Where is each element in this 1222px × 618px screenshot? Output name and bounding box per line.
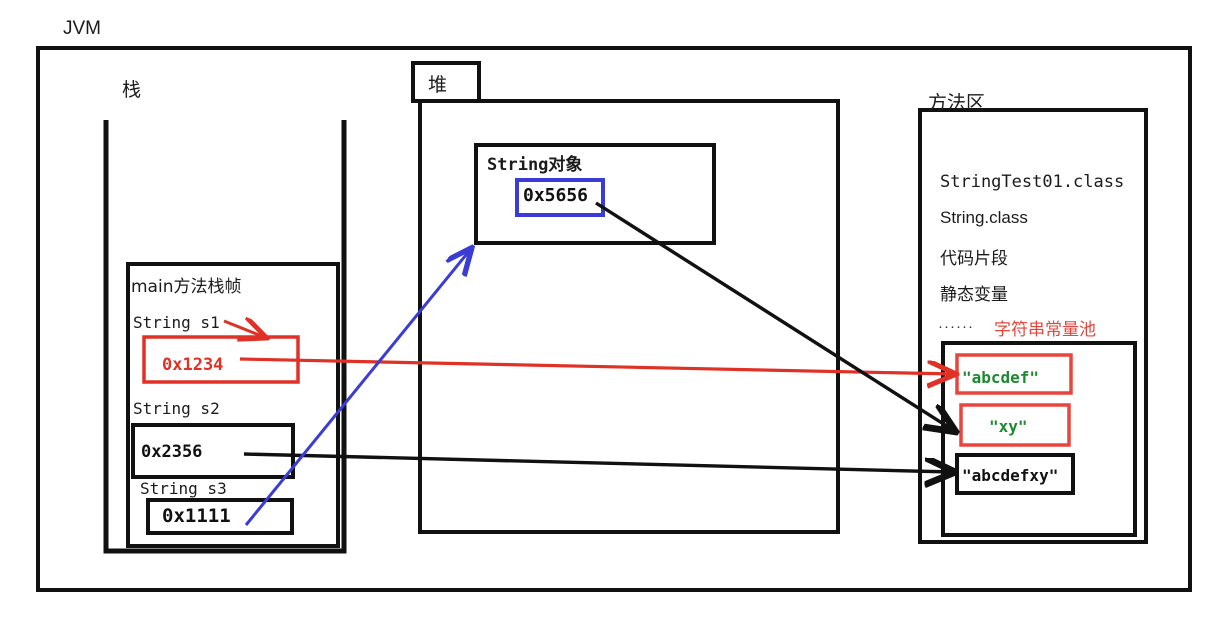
string-object-title: String对象: [487, 155, 583, 175]
method-area-entry-2: 代码片段: [940, 249, 1008, 269]
stack-region-label: 栈: [122, 79, 142, 101]
method-area-entry-3: 静态变量: [940, 285, 1008, 305]
arrow-s2-to-abcdefxy: [243, 452, 952, 472]
method-area-entry-1: String.class: [940, 208, 1028, 227]
stack-var-decl-s1: String s1: [133, 313, 220, 332]
main-frame-title: main方法栈帧: [131, 277, 242, 297]
arrow-s1-to-abcdef: [239, 357, 953, 374]
stack-var-value-s1: 0x1234: [162, 355, 224, 375]
string-constant-pool-label: 字符串常量池: [994, 320, 1096, 340]
arrow-string-object-to-xy: [595, 201, 953, 430]
method-area-entry-0: StringTest01.class: [940, 172, 1125, 192]
pool-entry-abcdef: "abcdef": [962, 368, 1040, 387]
arrow-s1-label-pointer: [223, 321, 264, 337]
arrow-s3-to-string-object: [244, 250, 470, 526]
stack-var-value-s2: 0x2356: [141, 442, 203, 462]
heap-region-label: 堆: [428, 74, 448, 96]
jvm-memory-diagram: JVM 栈 堆 方法区 main方法栈帧 String s1 0x1234 St…: [0, 0, 1222, 618]
string-object-value: 0x5656: [523, 185, 589, 206]
pool-entry-xy: "xy": [989, 417, 1028, 436]
stack-var-value-s3: 0x1111: [162, 505, 231, 527]
method-area-label: 方法区: [928, 92, 986, 114]
stack-var-decl-s2: String s2: [133, 399, 220, 418]
stack-var-decl-s3: String s3: [140, 479, 227, 498]
pool-entry-abcdefxy: "abcdefxy": [962, 466, 1059, 485]
jvm-title: JVM: [63, 18, 101, 39]
method-area-ellipsis: ······: [938, 318, 974, 335]
heap-region-box: [418, 99, 840, 534]
